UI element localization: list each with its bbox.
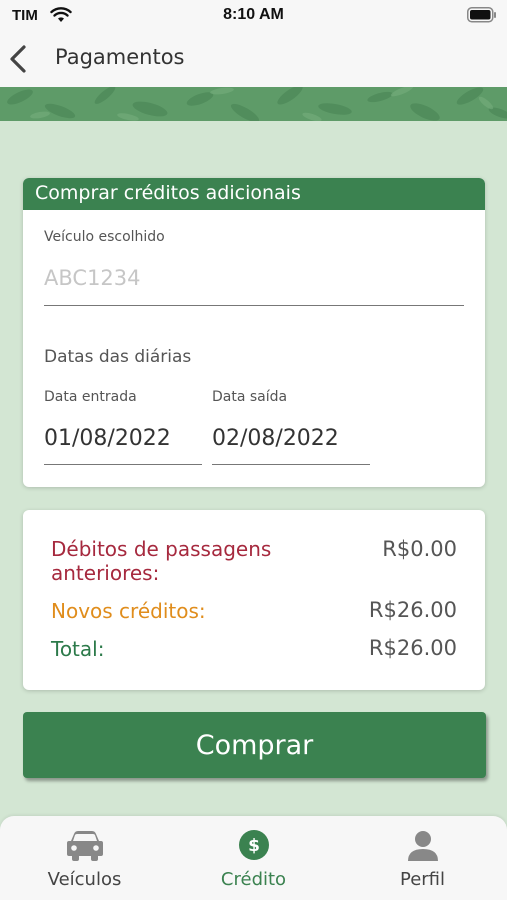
back-chevron-icon[interactable] [6, 44, 30, 74]
tab-profile[interactable]: Perfil [338, 816, 507, 900]
new-credits-label: Novos créditos: [51, 599, 206, 623]
entry-date-underline [44, 464, 202, 465]
new-credits-value: R$26.00 [368, 598, 457, 622]
dollar-icon: $ [238, 830, 269, 860]
nav-bar: Pagamentos [0, 32, 507, 87]
tab-credit[interactable]: $ Crédito [169, 816, 338, 900]
page-title: Pagamentos [55, 45, 185, 69]
vehicle-plate-input[interactable] [44, 263, 464, 293]
buy-button[interactable]: Comprar [23, 712, 486, 778]
purchase-credits-card: Comprar créditos adicionais Veículo esco… [23, 178, 485, 487]
dates-section-title: Datas das diárias [44, 347, 192, 367]
tab-vehicles-label: Veículos [47, 869, 122, 890]
previous-debts-label: Débitos de passagens anteriores: [51, 537, 271, 585]
total-label: Total: [51, 637, 105, 661]
status-bar: TIM 8:10 AM [0, 0, 507, 32]
battery-icon [467, 7, 496, 23]
previous-debts-label-line2: anteriores: [51, 561, 160, 585]
exit-date-label: Data saída [212, 389, 288, 405]
total-value: R$26.00 [368, 636, 457, 660]
tab-bar: Veículos $ Crédito Perfil [0, 816, 507, 900]
exit-date-underline [212, 464, 370, 465]
vehicle-label: Veículo escolhido [44, 229, 165, 245]
clock: 8:10 AM [223, 6, 284, 23]
tab-profile-label: Perfil [399, 869, 446, 890]
person-icon [407, 831, 438, 861]
leaf-pattern-decoration [7, 87, 507, 121]
previous-debts-value: R$0.00 [382, 537, 457, 561]
leaf-pattern-banner [0, 87, 507, 121]
payment-summary-card: Débitos de passagens anteriores: R$0.00 … [23, 510, 485, 690]
entry-date-label: Data entrada [44, 389, 137, 405]
purchase-card-header: Comprar créditos adicionais [23, 178, 485, 210]
svg-text:$: $ [248, 836, 260, 856]
vehicle-input-underline [44, 305, 464, 306]
car-icon [66, 831, 103, 861]
entry-date-field[interactable]: 01/08/2022 [44, 426, 171, 451]
tab-vehicles[interactable]: Veículos [0, 816, 169, 900]
exit-date-field[interactable]: 02/08/2022 [212, 426, 339, 451]
previous-debts-label-line1: Débitos de passagens [51, 537, 272, 561]
tab-credit-label: Crédito [220, 869, 287, 890]
